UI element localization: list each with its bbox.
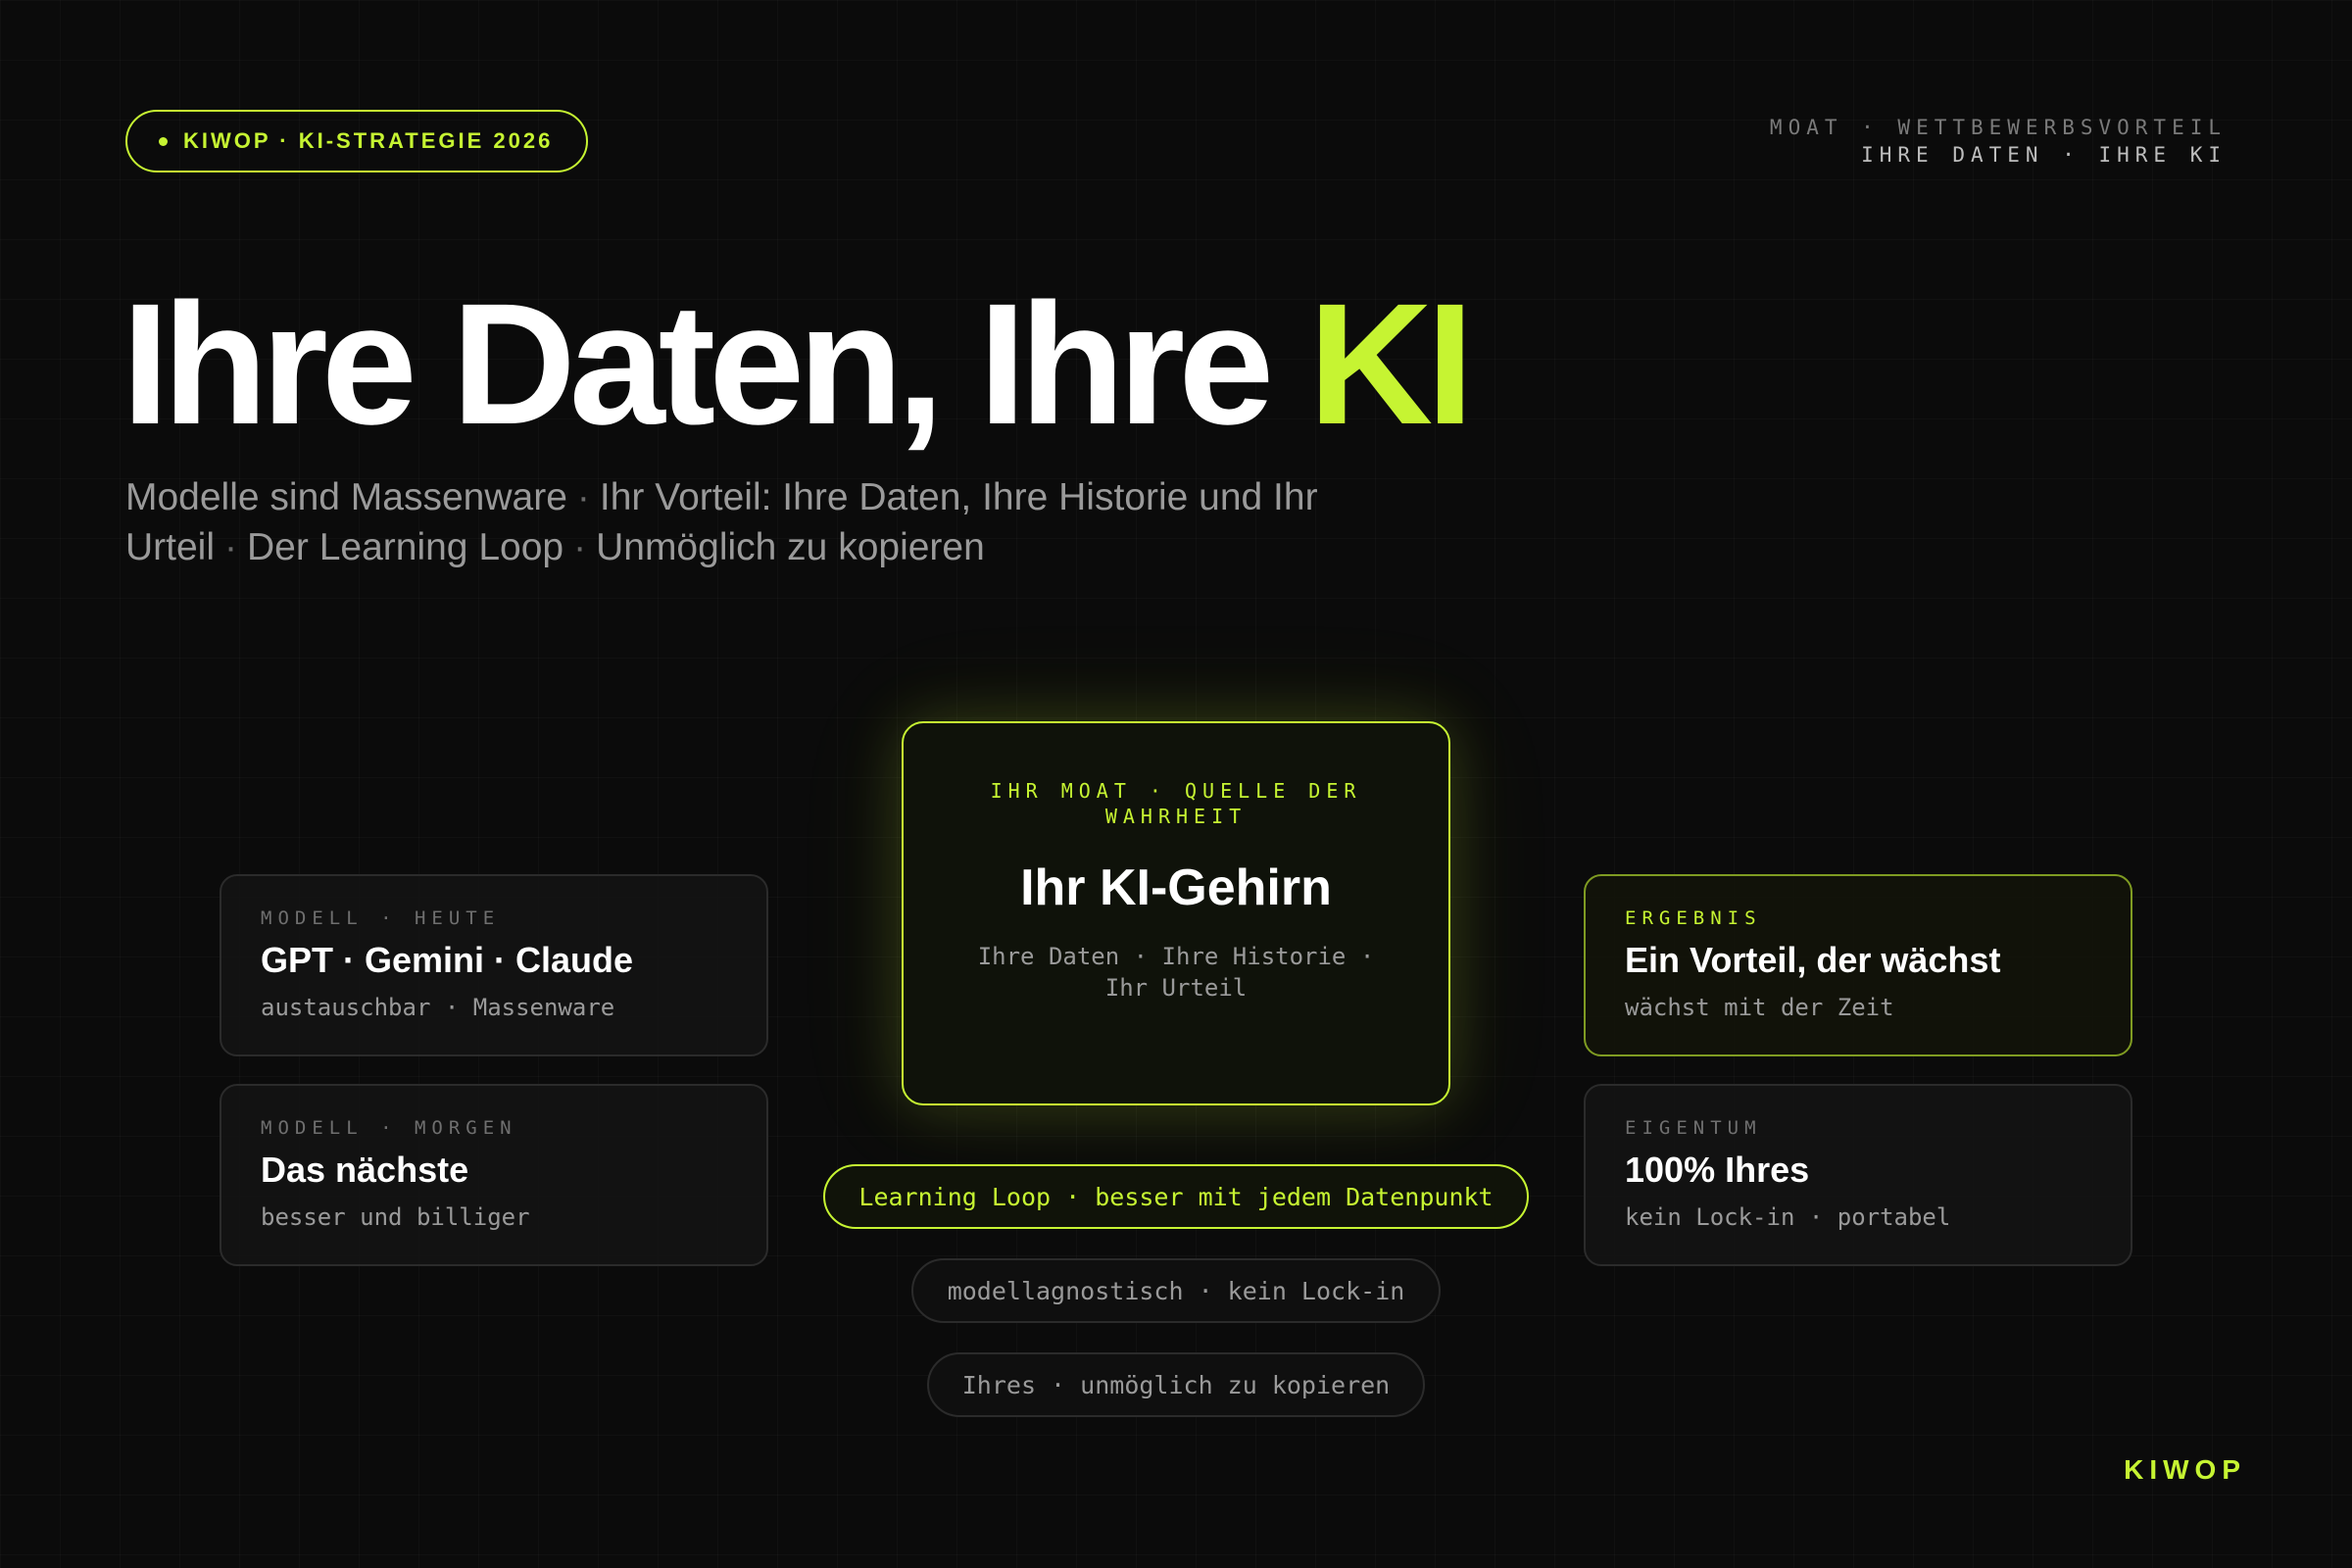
core-title: Ihr KI-Gehirn <box>1020 859 1332 916</box>
page-title: Ihre Daten, Ihre KI <box>122 267 1474 463</box>
core-card-ki-brain: IHR MOAT · QUELLE DER WAHRHEIT Ihr KI-Ge… <box>902 721 1450 1105</box>
agnostic-pill: modellagnostisch · kein Lock-in <box>911 1258 1441 1323</box>
card-subtitle: wächst mit der Zeit <box>1625 994 1894 1021</box>
title-accent: KI <box>1308 269 1474 461</box>
subtitle-separator: · <box>573 526 587 568</box>
ihres-pill: Ihres · unmöglich zu kopieren <box>927 1352 1425 1417</box>
subtitle-part-3: Der Learning Loop <box>247 526 564 568</box>
dot-icon <box>159 136 168 146</box>
card-ownership: EIGENTUM 100% Ihres kein Lock-in · porta… <box>1584 1084 2132 1266</box>
card-label: MODELL · HEUTE <box>261 907 501 929</box>
card-label: EIGENTUM <box>1625 1117 1762 1139</box>
subtitle-separator: · <box>224 526 238 568</box>
brand-pill-label: KIWOP · KI-STRATEGIE 2026 <box>183 128 554 153</box>
card-subtitle: besser und billiger <box>261 1203 530 1231</box>
core-label: IHR MOAT · QUELLE DER WAHRHEIT <box>990 779 1362 828</box>
brand-pill: KIWOP · KI-STRATEGIE 2026 <box>125 110 589 172</box>
card-label: ERGEBNIS <box>1625 907 1762 929</box>
card-result: ERGEBNIS Ein Vorteil, der wächst wächst … <box>1584 874 2132 1056</box>
card-title: GPT · Gemini · Claude <box>261 940 634 980</box>
page-subtitle: Modelle sind Massenware · Ihr Vorteil: Ihr… <box>125 472 1497 572</box>
core-subtitle: Ihre Daten · Ihre Historie · Ihr Urteil <box>977 943 1375 1002</box>
card-label: MODELL · MORGEN <box>261 1117 517 1139</box>
card-title: Das nächste <box>261 1150 469 1190</box>
header-meta: MOAT · WETTBEWERBSVORTEIL IHRE DATEN · I… <box>1770 114 2227 169</box>
subtitle-separator: · <box>576 476 590 518</box>
card-title: Ein Vorteil, der wächst <box>1625 940 2001 980</box>
subtitle-part-4: Unmöglich zu kopieren <box>596 526 985 568</box>
card-model-tomorrow: MODELL · MORGEN Das nächste besser und b… <box>220 1084 768 1266</box>
meta-line-1: MOAT · WETTBEWERBSVORTEIL <box>1769 116 2227 139</box>
card-subtitle: austauschbar · Massenware <box>261 994 615 1021</box>
card-model-today: MODELL · HEUTE GPT · Gemini · Claude aus… <box>220 874 768 1056</box>
meta-line-2: IHRE DATEN · IHRE KI <box>1861 143 2227 167</box>
title-main: Ihre Daten, Ihre <box>122 269 1274 461</box>
card-subtitle: kein Lock-in · portabel <box>1625 1203 1951 1231</box>
footer-logo: KIWOP <box>2124 1454 2246 1485</box>
card-title: 100% Ihres <box>1625 1150 1810 1190</box>
learning-loop-pill: Learning Loop · besser mit jedem Datenpu… <box>823 1164 1529 1229</box>
subtitle-part-1: Modelle sind Massenware <box>125 476 567 518</box>
